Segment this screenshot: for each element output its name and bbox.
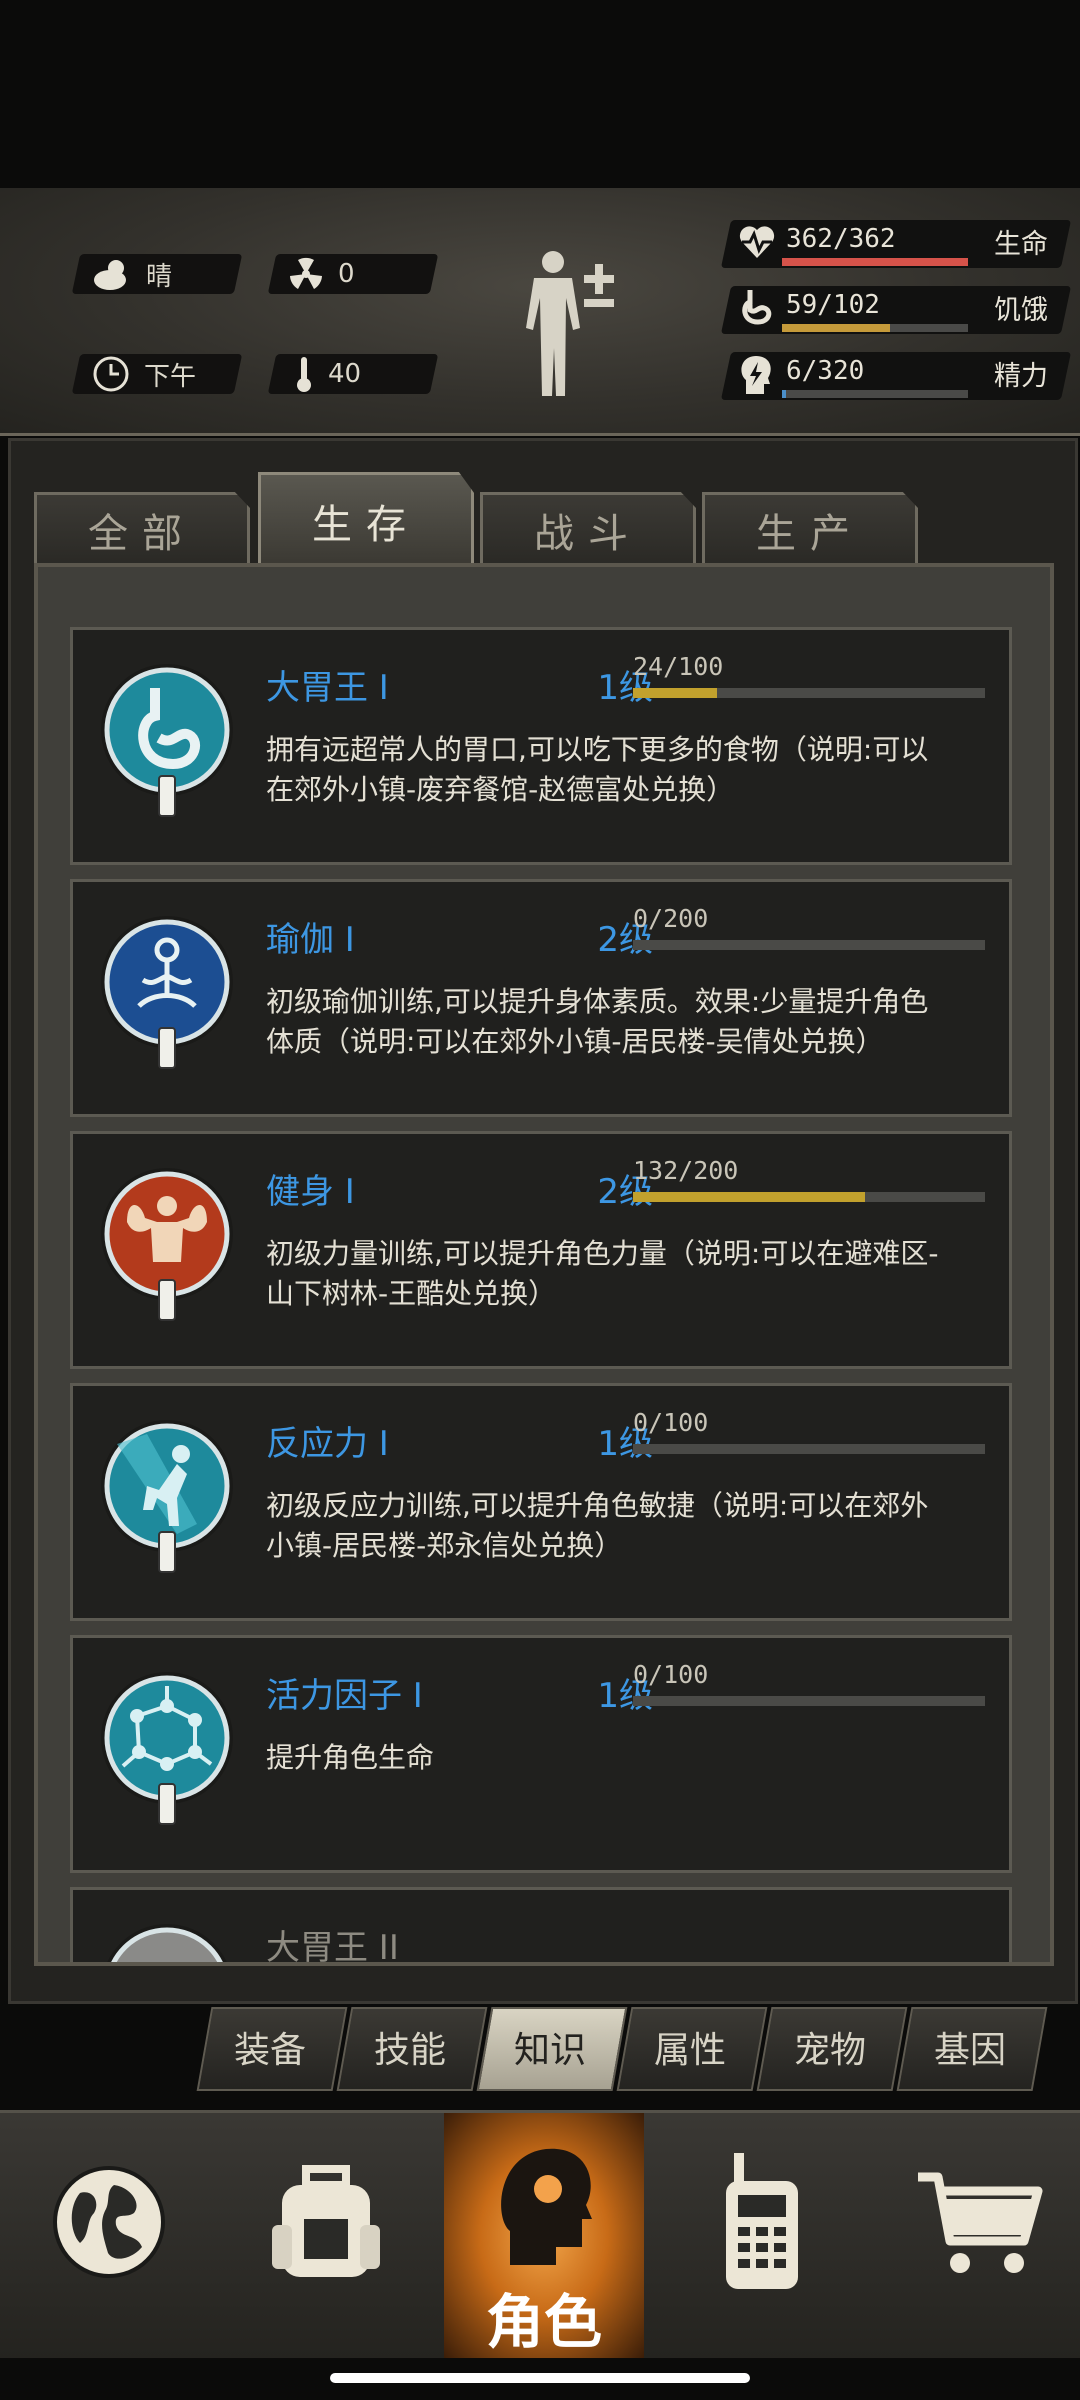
- skill-progress-bar: [633, 1696, 985, 1706]
- time-of-day-text: 下午: [144, 361, 197, 392]
- bottom-navigation: 角色: [0, 2110, 1080, 2358]
- shopping-cart-icon: [918, 2172, 1043, 2273]
- skill-name: 瑜伽 I: [266, 920, 355, 960]
- weather-text: 晴: [146, 261, 173, 292]
- skill-description: 拥有远超常人的胃口,可以吃下更多的食物（说明:可以在郊外小镇-废弃餐馆-赵德富处…: [266, 733, 929, 806]
- molecule-skill-icon: [97, 1666, 237, 1830]
- tab-survival[interactable]: 生存: [258, 472, 474, 567]
- radiation-value: 0: [338, 259, 355, 289]
- thermometer-icon: [297, 357, 311, 392]
- tab-all[interactable]: 全部: [34, 492, 250, 565]
- skill-description: 初级反应力训练,可以提升角色敏捷（说明:可以在郊外小镇-居民楼-郑永信处兑换）: [266, 1489, 929, 1562]
- skill-progress-text: 132/200: [633, 1156, 739, 1185]
- walkie-talkie-icon: [726, 2153, 798, 2289]
- subtab-genes[interactable]: 基因: [904, 2007, 1036, 2087]
- skill-description: 初级瑜伽训练,可以提升身体素质。效果:少量提升角色体质（说明:可以在郊外小镇-居…: [266, 985, 929, 1058]
- skill-description: 初级力量训练,可以提升角色力量（说明:可以在避难区-山下树林-王酷处兑换）: [266, 1237, 939, 1310]
- hunger-stat: [740, 288, 774, 330]
- life-label: 生命: [994, 229, 1048, 260]
- nav-character[interactable]: 角色: [444, 2113, 644, 2358]
- skill-list[interactable]: 大胃王 I 1级 24/100 拥有远超常人的胃口,可以吃下更多的食物（说明:可…: [34, 563, 1054, 1966]
- time-indicator[interactable]: 下午: [92, 354, 196, 394]
- subtab-attributes[interactable]: 属性: [624, 2007, 756, 2087]
- skill-description: 提升角色生命: [266, 1741, 435, 1774]
- skill-progress-bar: [633, 1444, 985, 1454]
- life-stat: [738, 224, 776, 264]
- energy-value: 6/320: [786, 356, 865, 386]
- skill-card[interactable]: 大胃王 II: [70, 1887, 1012, 1966]
- life-value: 362/362: [786, 224, 896, 254]
- stomach-skill-icon: [97, 658, 237, 822]
- tab-combat[interactable]: 战斗: [480, 492, 696, 565]
- status-panel: 晴 0 下午 40 362/362 生命 59/102 饥饿 6/320 精力: [0, 188, 1080, 436]
- clock-icon: [93, 356, 129, 392]
- hunger-value: 59/102: [786, 290, 880, 320]
- subtab-equipment[interactable]: 装备: [204, 2007, 336, 2087]
- skill-card[interactable]: 反应力 I 1级 0/100 初级反应力训练,可以提升角色敏捷（说明:可以在郊外…: [70, 1383, 1012, 1621]
- nav-character-label: 角色: [485, 2288, 602, 2356]
- cloudy-sun-icon: [94, 260, 126, 290]
- stomach-skill-icon: [97, 1918, 237, 1962]
- globe-icon: [53, 2166, 165, 2278]
- energy-label: 精力: [994, 361, 1048, 392]
- skill-progress-text: 0/100: [633, 1408, 709, 1437]
- body-status-button[interactable]: [520, 248, 620, 398]
- weather-indicator[interactable]: 晴: [92, 254, 172, 294]
- plus-icon: [584, 264, 614, 294]
- temperature-value: 40: [328, 359, 362, 389]
- energy-stat: [738, 354, 774, 398]
- home-indicator[interactable]: [330, 2373, 750, 2383]
- skill-progress-bar: [633, 1192, 985, 1202]
- temperature-indicator[interactable]: 40: [294, 354, 361, 394]
- subtab-knowledge[interactable]: 知识: [484, 2007, 616, 2087]
- skill-card[interactable]: 大胃王 I 1级 24/100 拥有远超常人的胃口,可以吃下更多的食物（说明:可…: [70, 627, 1012, 865]
- minus-icon: [584, 299, 614, 307]
- heart-pulse-icon: [739, 226, 775, 258]
- radiation-indicator[interactable]: 0: [288, 254, 355, 294]
- nav-backpack[interactable]: [226, 2113, 426, 2358]
- skill-name: 反应力 I: [266, 1424, 389, 1464]
- skill-progress-text: 0/100: [633, 1660, 709, 1689]
- subtab-pets[interactable]: 宠物: [764, 2007, 896, 2087]
- skill-name: 大胃王 II: [266, 1928, 399, 1966]
- nav-radio[interactable]: [662, 2113, 862, 2358]
- nav-shop[interactable]: [880, 2113, 1080, 2358]
- skill-name: 健身 I: [266, 1172, 355, 1212]
- skill-card[interactable]: 活力因子 I 1级 0/100 提升角色生命: [70, 1635, 1012, 1873]
- life-bar: [782, 258, 968, 266]
- skill-name: 活力因子 I: [266, 1676, 423, 1716]
- skill-progress-bar: [633, 688, 985, 698]
- skill-name: 大胃王 I: [266, 668, 389, 708]
- skill-progress-text: 0/200: [633, 904, 709, 933]
- subtab-skills[interactable]: 技能: [344, 2007, 476, 2087]
- skill-card[interactable]: 健身 I 2级 132/200 初级力量训练,可以提升角色力量（说明:可以在避难…: [70, 1131, 1012, 1369]
- backpack-icon: [272, 2165, 380, 2277]
- hunger-bar: [782, 324, 968, 332]
- skill-card[interactable]: 瑜伽 I 2级 0/200 初级瑜伽训练,可以提升身体素质。效果:少量提升角色体…: [70, 879, 1012, 1117]
- stomach-icon: [742, 290, 772, 325]
- muscle-skill-icon: [97, 1162, 237, 1326]
- energy-bar: [782, 390, 968, 398]
- character-subtabs: 装备 技能 知识 属性 宠物 基因: [196, 2007, 1066, 2091]
- hunger-label: 饥饿: [994, 295, 1048, 326]
- nav-world[interactable]: [8, 2113, 208, 2358]
- skill-progress-text: 24/100: [633, 652, 724, 681]
- head-bolt-icon: [741, 356, 771, 394]
- character-head-icon: [501, 2148, 592, 2265]
- yoga-skill-icon: [97, 910, 237, 1074]
- radiation-icon: [290, 257, 322, 289]
- reflex-skill-icon: [97, 1414, 237, 1578]
- skill-progress-bar: [633, 940, 985, 950]
- tab-production[interactable]: 生产: [702, 492, 918, 565]
- human-body-icon: [526, 251, 580, 396]
